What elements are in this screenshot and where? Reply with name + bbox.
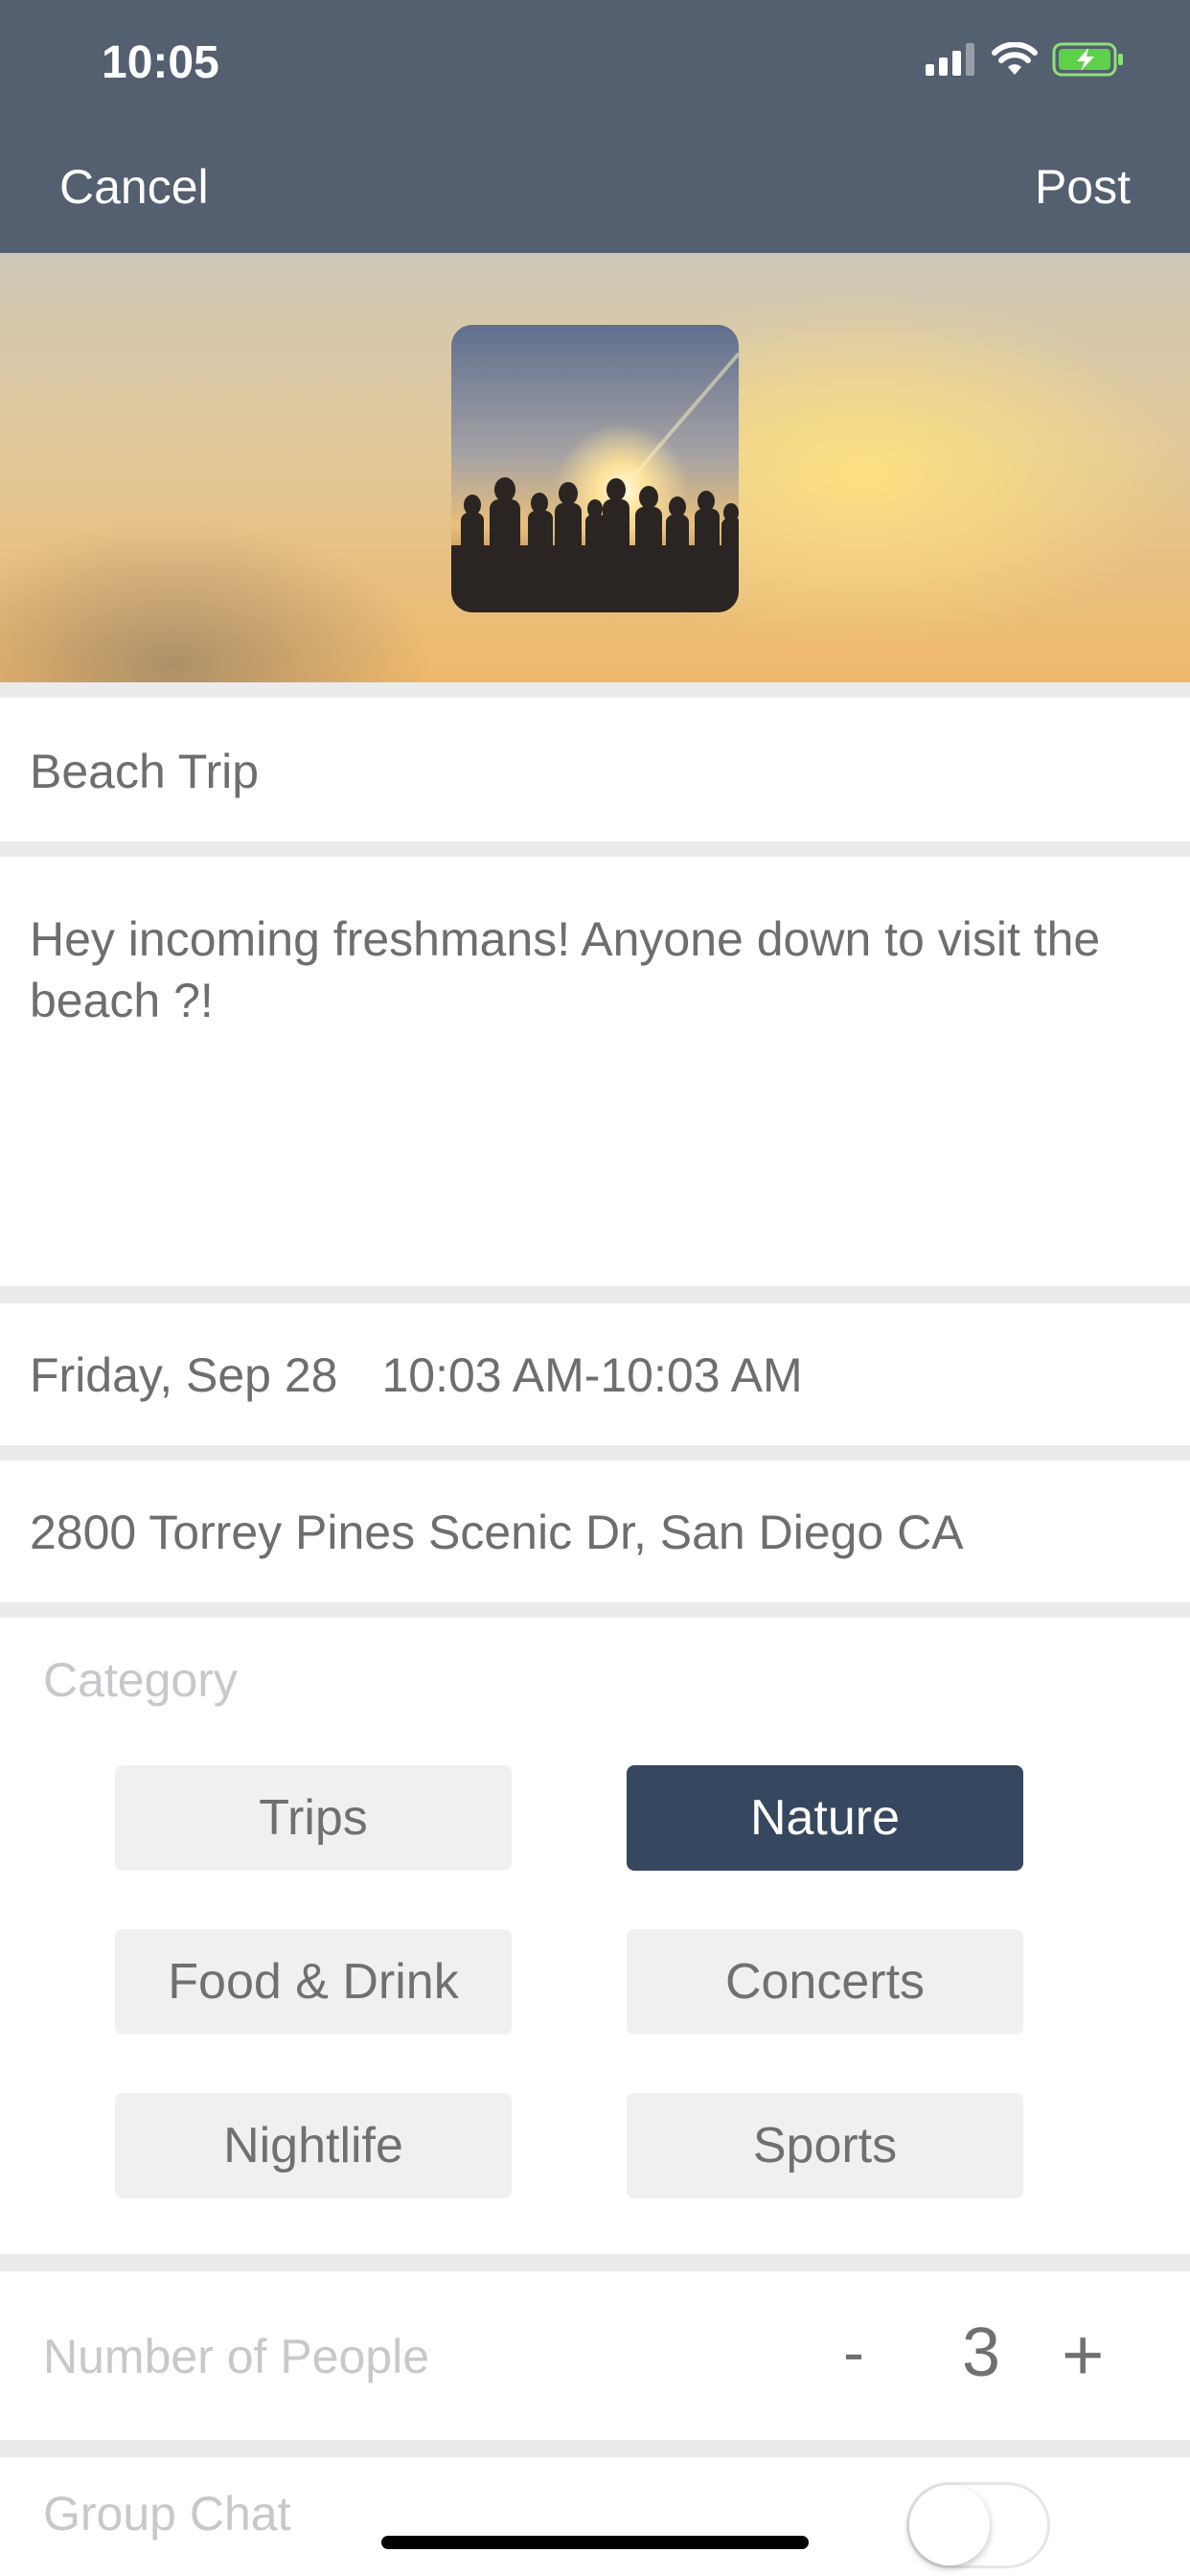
home-indicator	[381, 2536, 809, 2549]
sunset-group-photo	[451, 325, 739, 612]
signal-icon	[926, 43, 974, 76]
category-section: Category Trips Nature Food & Drink Conce…	[0, 1618, 1190, 2254]
date-time-row: Friday, Sep 28 10:03 AM-10:03 AM	[30, 1347, 803, 1403]
number-of-people-label: Number of People	[43, 2330, 430, 2383]
event-description-text: Hey incoming freshmans! Anyone down to v…	[30, 912, 1101, 1027]
event-photo-thumbnail[interactable]	[451, 325, 739, 612]
event-location-text: 2800 Torrey Pines Scenic Dr, San Diego C…	[30, 1506, 964, 1559]
category-chip-nightlife[interactable]: Nightlife	[115, 2093, 512, 2198]
event-title-field[interactable]: Beach Trip	[0, 698, 1190, 841]
group-chat-row: Group Chat	[0, 2457, 1190, 2576]
category-chip-nature[interactable]: Nature	[627, 1765, 1023, 1871]
category-chip-food-drink[interactable]: Food & Drink	[115, 1929, 512, 2035]
date-time-field[interactable]: Friday, Sep 28 10:03 AM-10:03 AM	[0, 1303, 1190, 1445]
group-chat-toggle[interactable]	[906, 2482, 1050, 2568]
category-chip-trips[interactable]: Trips	[115, 1765, 512, 1871]
category-label: Category	[43, 1653, 238, 1707]
toggle-knob	[909, 2485, 990, 2565]
group-chat-label: Group Chat	[43, 2487, 291, 2541]
nav-bar: 10:05 Cancel Post	[0, 0, 1190, 253]
cancel-button[interactable]: Cancel	[59, 159, 209, 215]
event-title-text: Beach Trip	[30, 745, 260, 798]
event-description-field[interactable]: Hey incoming freshmans! Anyone down to v…	[0, 857, 1190, 1286]
status-time: 10:05	[102, 37, 219, 88]
number-of-people-row: Number of People - 3 +	[0, 2271, 1190, 2440]
location-field[interactable]: 2800 Torrey Pines Scenic Dr, San Diego C…	[0, 1460, 1190, 1602]
cover-image-background	[0, 253, 1190, 682]
category-chip-sports[interactable]: Sports	[627, 2093, 1023, 2198]
people-count: 3	[962, 2314, 1001, 2391]
event-time-range: 10:03 AM-10:03 AM	[381, 1348, 803, 1402]
category-chip-concerts[interactable]: Concerts	[627, 1929, 1023, 2035]
wifi-icon	[992, 42, 1038, 75]
event-date: Friday, Sep 28	[30, 1348, 338, 1402]
post-button[interactable]: Post	[1035, 159, 1131, 215]
increment-button[interactable]: +	[1062, 2313, 1104, 2397]
decrement-button[interactable]: -	[843, 2315, 864, 2388]
battery-charging-icon	[1052, 42, 1123, 77]
status-icons	[926, 42, 1125, 77]
